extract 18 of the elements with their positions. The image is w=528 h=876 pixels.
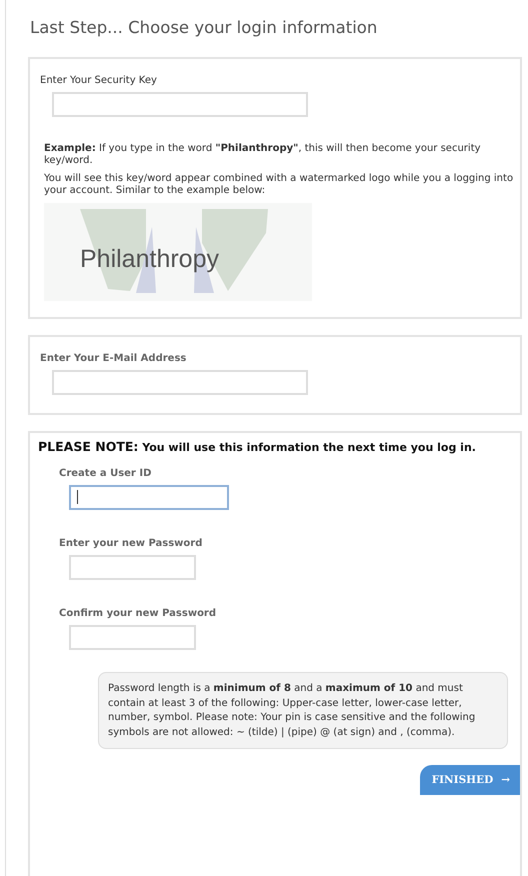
security-key-field[interactable] xyxy=(52,92,308,117)
finished-button[interactable]: FINISHED → xyxy=(420,765,520,795)
example-text: Example: If you type in the word "Philanthropy", this will then become your security key/word. xyxy=(44,143,482,167)
watermark-logo-drawing: Philanthropy xyxy=(44,203,312,301)
password-rules-text: Password length is a minimum of 8 and a maximum of 10 and must contain at least 3 of the following: Upper-case letter, lower-case letter, number, symbol. Please note: Your pin is case sensitive and the following symbols are not allowed: ~ (tilde) | (pipe) @ (at sign) and , (comma). xyxy=(98,672,508,749)
info-text: You will see this key/word appear combined with a watermarked logo while you a logging into your account. Similar to the example below: xyxy=(44,173,514,197)
text-field[interactable] xyxy=(69,555,196,580)
field-label: Confirm your new Password xyxy=(59,608,218,619)
field-label: Enter Your E-Mail Address xyxy=(40,353,188,364)
text-field[interactable] xyxy=(69,485,229,510)
field-label: Enter your new Password xyxy=(59,538,204,549)
text-field[interactable] xyxy=(69,625,196,650)
field-label: Enter Your Security Key xyxy=(40,75,158,86)
email-field[interactable] xyxy=(52,370,308,395)
page-title: Last Step... Choose your login information xyxy=(30,18,378,37)
text-cursor xyxy=(77,490,78,504)
field-label: Create a User ID xyxy=(59,468,152,479)
notice-text: PLEASE NOTE: You will use this information the next time you log in. xyxy=(38,439,477,454)
